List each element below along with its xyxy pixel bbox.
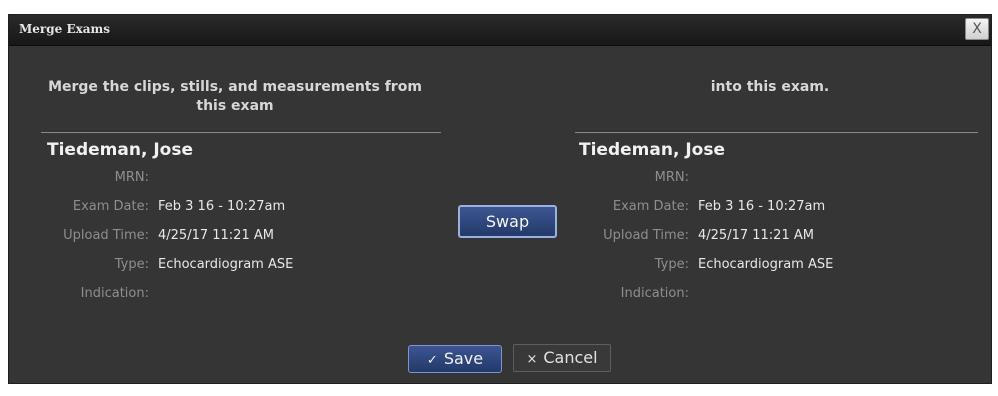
dialog-title: Merge Exams xyxy=(19,22,110,36)
target-patient-name: Tiedeman, Jose xyxy=(579,140,725,160)
type-value: Echocardiogram ASE xyxy=(698,257,834,272)
type-label: Type: xyxy=(114,257,149,272)
indication-label: Indication: xyxy=(80,286,149,301)
target-type-row: Type: Echocardiogram ASE xyxy=(539,257,969,277)
upload-time-value: 4/25/17 11:21 AM xyxy=(698,228,814,243)
upload-time-label: Upload Time: xyxy=(603,228,689,243)
upload-time-label: Upload Time: xyxy=(63,228,149,243)
save-button[interactable]: ✓ Save xyxy=(408,345,502,373)
upload-time-value: 4/25/17 11:21 AM xyxy=(158,228,274,243)
exam-date-value: Feb 3 16 - 10:27am xyxy=(158,199,286,214)
target-upload-time-row: Upload Time: 4/25/17 11:21 AM xyxy=(539,228,969,248)
source-divider xyxy=(41,132,441,133)
source-mrn-row: MRN: xyxy=(9,170,439,190)
type-label: Type: xyxy=(654,257,689,272)
x-icon: × xyxy=(526,352,538,367)
target-mrn-row: MRN: xyxy=(539,170,969,190)
source-upload-time-row: Upload Time: 4/25/17 11:21 AM xyxy=(9,228,439,248)
swap-button[interactable]: Swap xyxy=(458,205,557,238)
check-icon: ✓ xyxy=(426,353,438,368)
save-button-label: Save xyxy=(443,349,484,368)
dialog-titlebar: Merge Exams X xyxy=(9,15,991,46)
indication-label: Indication: xyxy=(620,286,689,301)
close-icon: X xyxy=(972,21,982,37)
target-divider xyxy=(575,132,978,133)
target-exam-date-row: Exam Date: Feb 3 16 - 10:27am xyxy=(539,199,969,219)
source-indication-row: Indication: xyxy=(9,286,439,306)
exam-date-label: Exam Date: xyxy=(612,199,689,214)
source-heading: Merge the clips, stills, and measurement… xyxy=(48,79,422,114)
mrn-label: MRN: xyxy=(114,170,149,185)
merge-exams-dialog: Merge Exams X Merge the clips, stills, a… xyxy=(8,14,992,384)
cancel-button-label: Cancel xyxy=(543,348,598,367)
target-indication-row: Indication: xyxy=(539,286,969,306)
source-patient-name: Tiedeman, Jose xyxy=(47,140,193,160)
source-type-row: Type: Echocardiogram ASE xyxy=(9,257,439,277)
type-value: Echocardiogram ASE xyxy=(158,257,294,272)
exam-date-value: Feb 3 16 - 10:27am xyxy=(698,199,826,214)
source-exam-date-row: Exam Date: Feb 3 16 - 10:27am xyxy=(9,199,439,219)
cancel-button[interactable]: × Cancel xyxy=(513,344,611,372)
mrn-label: MRN: xyxy=(654,170,689,185)
exam-date-label: Exam Date: xyxy=(72,199,149,214)
target-heading: into this exam. xyxy=(710,79,830,95)
close-button[interactable]: X xyxy=(965,18,989,40)
